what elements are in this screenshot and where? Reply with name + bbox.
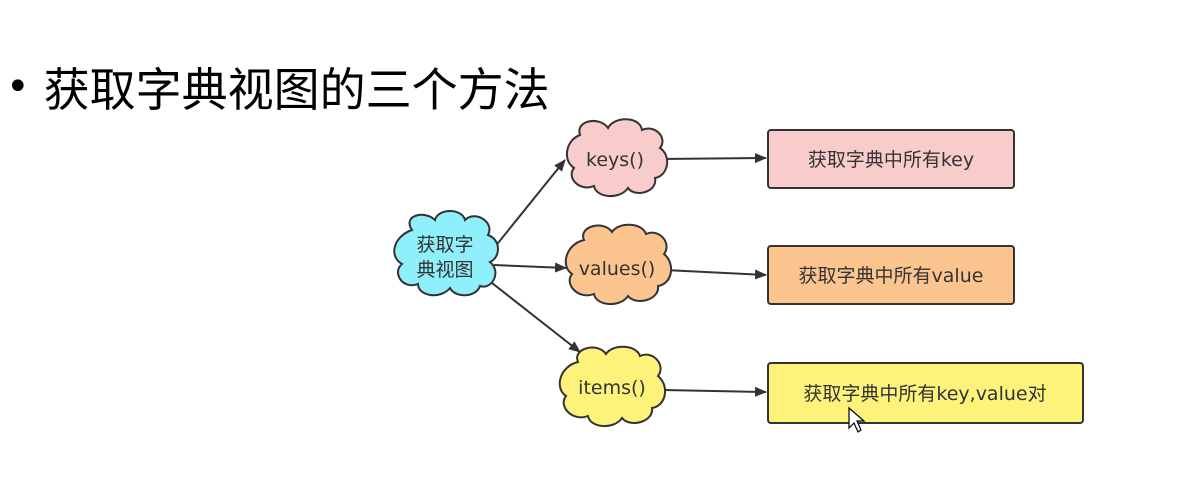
arrow-root-keys [493, 159, 566, 249]
result-box-keys: 获取字典中所有key [767, 129, 1015, 189]
root-label-line2: 典视图 [416, 259, 473, 281]
result-values-label: 获取字典中所有value [799, 265, 984, 287]
root-cloud: 获取字 典视图 [393, 210, 499, 297]
method-keys-label: keys() [586, 149, 644, 171]
method-items-label: items() [578, 377, 646, 399]
method-cloud-keys: keys() [565, 118, 669, 197]
result-keys-label: 获取字典中所有key [808, 149, 974, 171]
arrow-keys-result [659, 153, 767, 164]
diagram: 获取字 典视图 keys() values() items() 获取字典中所有k… [393, 118, 1084, 433]
result-items-label: 获取字典中所有key,value对 [803, 383, 1046, 405]
method-cloud-items: items() [558, 345, 667, 427]
method-cloud-values: values() [564, 223, 673, 305]
result-box-items: 获取字典中所有key,value对 [767, 362, 1084, 424]
arrow-values-result [664, 269, 767, 280]
result-box-values: 获取字典中所有value [767, 245, 1015, 305]
method-values-label: values() [579, 258, 656, 280]
arrow-items-result [663, 386, 767, 397]
root-label-line1: 获取字 [416, 234, 473, 256]
arrow-root-items [491, 282, 581, 353]
arrow-root-values [493, 262, 567, 273]
